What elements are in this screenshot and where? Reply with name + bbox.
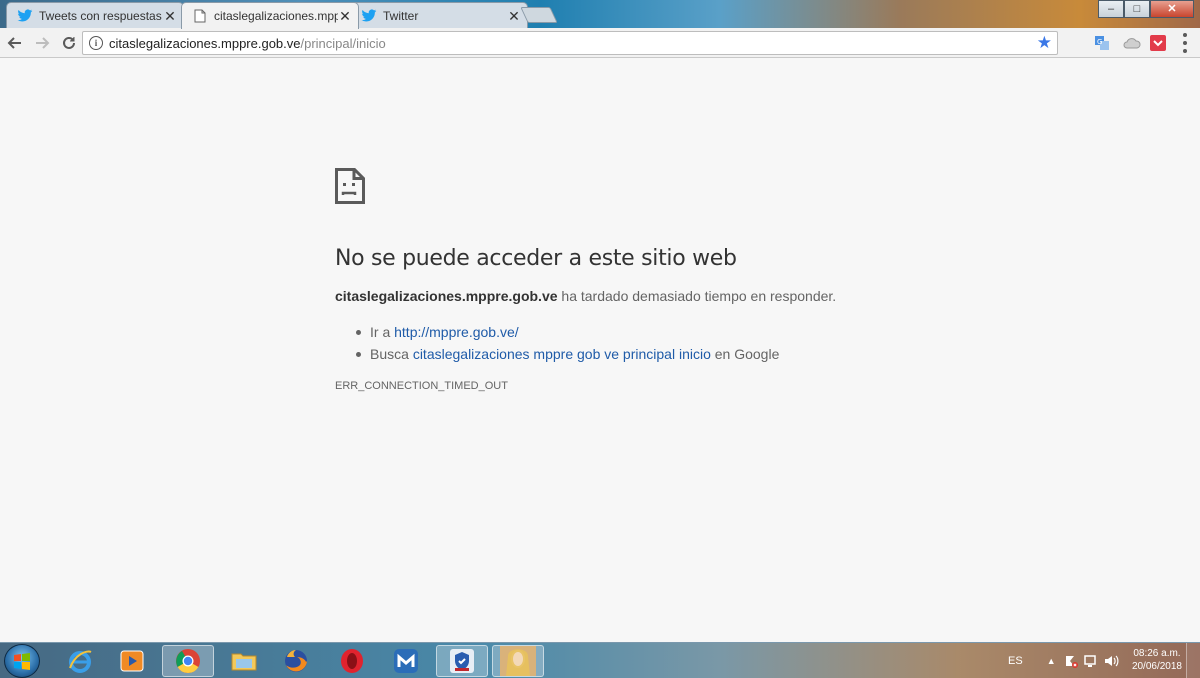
close-tab-icon[interactable]: ✕: [507, 9, 521, 23]
error-code: ERR_CONNECTION_TIMED_OUT: [335, 380, 508, 392]
cloud-extension-icon[interactable]: [1122, 33, 1142, 53]
reload-button[interactable]: [57, 31, 81, 55]
close-tab-icon[interactable]: ✕: [338, 9, 352, 23]
chrome-icon[interactable]: [162, 645, 214, 677]
internet-explorer-icon[interactable]: [54, 645, 106, 677]
suggestion-go-to: Ir a http://mppre.gob.ve/: [335, 321, 779, 343]
homepage-link[interactable]: http://mppre.gob.ve/: [394, 324, 519, 340]
svg-text:G: G: [1097, 38, 1102, 46]
chrome-menu-icon[interactable]: [1182, 33, 1188, 53]
tab-title: Tweets con respuestas p: [39, 8, 163, 23]
maximize-button[interactable]: □: [1124, 0, 1150, 18]
translate-extension-icon[interactable]: G: [1092, 33, 1112, 53]
back-button[interactable]: [3, 31, 27, 55]
media-player-icon[interactable]: [106, 645, 158, 677]
new-tab-button[interactable]: [520, 7, 558, 23]
system-tray: ES ▲: [1008, 643, 1120, 678]
page-icon: [192, 8, 208, 24]
error-heading: No se puede acceder a este sitio web: [335, 246, 737, 271]
clock-date: 20/06/2018: [1131, 661, 1182, 672]
title-bar: Tweets con respuestas p ✕ citaslegalizac…: [0, 0, 1200, 29]
tab-title: citaslegalizaciones.mppre: [214, 9, 338, 23]
mcafee-icon[interactable]: [436, 645, 488, 677]
taskbar-clock[interactable]: 08:26 a.m. 20/06/2018: [1132, 647, 1182, 673]
suggestion-prefix: Ir a: [370, 324, 395, 340]
suggestion-search: Busca citaslegalizaciones mppre gob ve p…: [335, 343, 779, 365]
tab-title: Twitter: [383, 8, 419, 23]
twitter-icon: [361, 8, 377, 24]
info-icon[interactable]: i: [89, 36, 103, 50]
show-desktop-button[interactable]: [1186, 643, 1200, 678]
user-photo-icon[interactable]: [492, 645, 544, 677]
language-indicator[interactable]: ES: [1008, 655, 1023, 667]
firefox-icon[interactable]: [270, 645, 322, 677]
close-tab-icon[interactable]: ✕: [163, 9, 177, 23]
browser-toolbar: i citaslegalizaciones.mppre.gob.ve/princ…: [0, 28, 1200, 58]
tab-tweets[interactable]: Tweets con respuestas p ✕: [6, 2, 184, 28]
reload-icon: [63, 36, 75, 49]
forward-arrow-icon: [36, 36, 50, 49]
suggestion-prefix: Busca: [370, 346, 413, 362]
suggestion-list: Ir a http://mppre.gob.ve/ Busca citasleg…: [335, 321, 779, 365]
google-search-link[interactable]: citaslegalizaciones mppre gob ve princip…: [413, 346, 711, 362]
sad-page-icon: [335, 168, 365, 204]
show-hidden-icons-icon[interactable]: ▲: [1047, 656, 1056, 666]
error-page: No se puede acceder a este sitio web cit…: [0, 59, 1200, 642]
file-explorer-icon[interactable]: [218, 645, 270, 677]
tab-citaslegalizaciones[interactable]: citaslegalizaciones.mppre ✕: [181, 2, 359, 29]
close-window-button[interactable]: ✕: [1150, 0, 1194, 18]
suggestion-suffix: en Google: [710, 346, 780, 362]
url-path: /principal/inicio: [300, 35, 386, 51]
windows-logo-icon: [14, 653, 30, 670]
error-desc-text: ha tardado demasiado tiempo en responder…: [557, 288, 837, 304]
back-arrow-icon: [7, 36, 21, 49]
window-controls: – □ ✕: [1098, 0, 1194, 18]
taskbar: ES ▲ 08:26 a.m. 20/06/2018: [0, 642, 1200, 678]
error-description: citaslegalizaciones.mppre.gob.ve ha tard…: [335, 288, 836, 304]
maxthon-icon[interactable]: [380, 645, 432, 677]
error-host: citaslegalizaciones.mppre.gob.ve: [335, 288, 558, 304]
clock-time: 08:26 a.m.: [1133, 648, 1181, 659]
bookmark-star-icon[interactable]: ★: [1037, 33, 1052, 53]
forward-button[interactable]: [30, 31, 54, 55]
minimize-button[interactable]: –: [1098, 0, 1124, 18]
tab-twitter[interactable]: Twitter ✕: [350, 2, 528, 28]
start-button[interactable]: [4, 644, 40, 678]
address-bar[interactable]: i citaslegalizaciones.mppre.gob.ve/princ…: [82, 31, 1058, 55]
pocket-extension-icon[interactable]: [1148, 33, 1168, 53]
action-center-icon: [1065, 656, 1078, 668]
opera-icon[interactable]: [326, 645, 378, 677]
twitter-icon: [17, 8, 33, 24]
network-icon: [1083, 655, 1096, 667]
volume-icon: [1104, 655, 1119, 667]
url-host: citaslegalizaciones.mppre.gob.ve: [109, 35, 301, 51]
